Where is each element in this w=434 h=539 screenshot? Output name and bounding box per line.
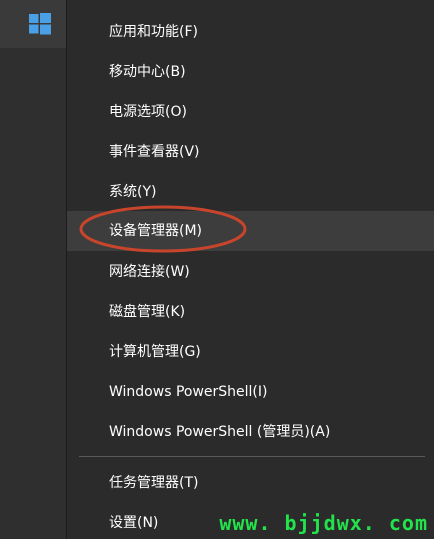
menu-separator xyxy=(79,456,425,457)
windows-logo-icon[interactable] xyxy=(29,13,51,35)
winx-context-menu: 应用和功能(F) 移动中心(B) 电源选项(O) 事件查看器(V) 系统(Y) … xyxy=(66,0,434,539)
watermark: www. bjjdwx. com xyxy=(219,511,428,535)
menu-item-task-manager[interactable]: 任务管理器(T) xyxy=(67,463,434,503)
menu-item-event-viewer[interactable]: 事件查看器(V) xyxy=(67,132,434,172)
menu-item-power-options[interactable]: 电源选项(O) xyxy=(67,92,434,132)
menu-item-network-connections[interactable]: 网络连接(W) xyxy=(67,252,434,292)
screen: 应用和功能(F) 移动中心(B) 电源选项(O) 事件查看器(V) 系统(Y) … xyxy=(0,0,434,539)
desktop-background xyxy=(0,48,66,539)
menu-item-apps-and-features[interactable]: 应用和功能(F) xyxy=(67,12,434,52)
start-area xyxy=(0,0,66,48)
menu-item-mobility-center[interactable]: 移动中心(B) xyxy=(67,52,434,92)
taskbar xyxy=(0,0,66,539)
menu-item-device-manager[interactable]: 设备管理器(M) xyxy=(67,211,434,251)
menu-item-powershell-admin[interactable]: Windows PowerShell (管理员)(A) xyxy=(67,412,434,452)
menu-item-system[interactable]: 系统(Y) xyxy=(67,172,434,212)
menu-item-computer-management[interactable]: 计算机管理(G) xyxy=(67,332,434,372)
menu-item-disk-management[interactable]: 磁盘管理(K) xyxy=(67,292,434,332)
menu-item-powershell[interactable]: Windows PowerShell(I) xyxy=(67,372,434,412)
